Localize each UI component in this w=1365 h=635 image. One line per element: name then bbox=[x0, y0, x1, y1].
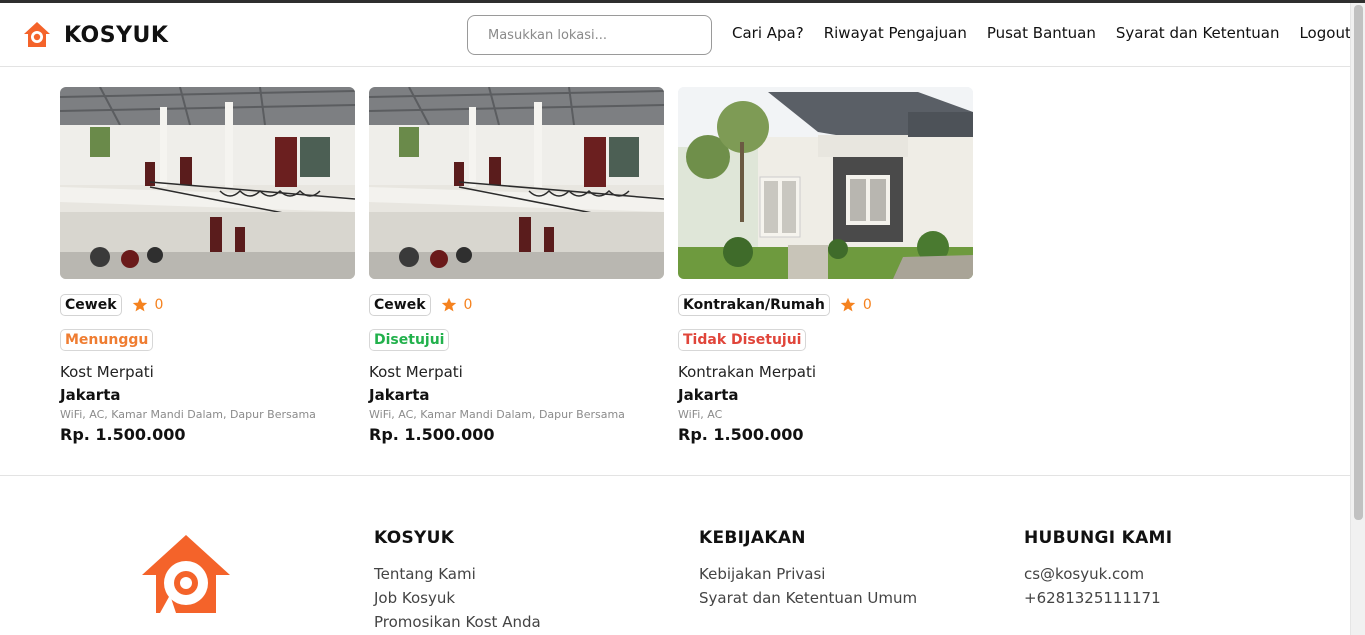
listing-name: Kontrakan Merpati bbox=[678, 363, 817, 381]
footer-link-tentang-kami[interactable]: Tentang Kami bbox=[374, 562, 541, 586]
footer-heading: HUBUNGI KAMI bbox=[1024, 528, 1173, 548]
house-logo-icon bbox=[24, 22, 50, 47]
star-icon bbox=[132, 297, 147, 312]
listing-price: Rp. 1.500.000 bbox=[60, 425, 186, 444]
nav-cari-apa[interactable]: Cari Apa? bbox=[732, 24, 804, 42]
rating-value: 0 bbox=[862, 297, 872, 313]
status-badge: Disetujui bbox=[369, 329, 450, 351]
room-type-tag: Cewek bbox=[60, 294, 122, 316]
listing-city: Jakarta bbox=[60, 386, 121, 404]
status-badge: Menunggu bbox=[60, 329, 154, 351]
status-badge: Tidak Disetujui bbox=[678, 329, 807, 351]
navbar: KOSYUK Cari Apa? Riwayat Pengajuan Pusat… bbox=[0, 3, 1351, 67]
location-search-input[interactable] bbox=[467, 15, 712, 55]
listing-card[interactable]: Cewek 0 Disetujui Kost Merpati Jakarta W… bbox=[369, 87, 664, 444]
footer-divider bbox=[0, 475, 1350, 476]
nav-syarat-ketentuan[interactable]: Syarat dan Ketentuan bbox=[1116, 24, 1280, 42]
footer-col-hubungi: HUBUNGI KAMI cs@kosyuk.com +628132511117… bbox=[1024, 528, 1172, 610]
listing-name: Kost Merpati bbox=[60, 363, 154, 381]
kost-building-photo[interactable] bbox=[60, 87, 355, 279]
brand[interactable]: KOSYUK bbox=[22, 20, 168, 50]
footer-heading: KOSYUK bbox=[374, 528, 455, 548]
listing-city: Jakarta bbox=[678, 386, 739, 404]
footer-link-email[interactable]: cs@kosyuk.com bbox=[1024, 562, 1172, 586]
star-icon bbox=[840, 297, 856, 312]
brand-name: KOSYUK bbox=[64, 22, 169, 48]
footer-link-kebijakan-privasi[interactable]: Kebijakan Privasi bbox=[699, 562, 917, 586]
nav-riwayat-pengajuan[interactable]: Riwayat Pengajuan bbox=[824, 24, 967, 42]
footer-link-phone[interactable]: +6281325111171 bbox=[1024, 586, 1172, 610]
listing-facilities: WiFi, AC, Kamar Mandi Dalam, Dapur Bersa… bbox=[369, 408, 625, 421]
nav-logout[interactable]: Logout bbox=[1299, 24, 1350, 42]
listing-facilities: WiFi, AC bbox=[678, 408, 723, 421]
footer-col-kosyuk: KOSYUK Tentang Kami Job Kosyuk Promosika… bbox=[374, 528, 541, 634]
listing-facilities: WiFi, AC, Kamar Mandi Dalam, Dapur Bersa… bbox=[60, 408, 316, 421]
footer-col-kebijakan: KEBIJAKAN Kebijakan Privasi Syarat dan K… bbox=[699, 528, 917, 610]
footer-heading: KEBIJAKAN bbox=[699, 528, 806, 548]
room-type-tag: Cewek bbox=[369, 294, 431, 316]
listing-card[interactable]: Cewek 0 Menunggu Kost Merpati Jakarta Wi… bbox=[60, 87, 355, 444]
listing-price: Rp. 1.500.000 bbox=[678, 425, 804, 444]
page-scrollbar[interactable] bbox=[1350, 3, 1365, 635]
footer-link-syarat-ketentuan-umum[interactable]: Syarat dan Ketentuan Umum bbox=[699, 586, 917, 610]
main-nav: Cari Apa? Riwayat Pengajuan Pusat Bantua… bbox=[732, 24, 1351, 42]
listing-name: Kost Merpati bbox=[369, 363, 463, 381]
nav-pusat-bantuan[interactable]: Pusat Bantuan bbox=[987, 24, 1096, 42]
house-photo[interactable] bbox=[678, 87, 973, 279]
star-icon bbox=[441, 297, 456, 312]
house-logo-icon bbox=[142, 535, 230, 613]
rating-value: 0 bbox=[154, 297, 164, 313]
listing-price: Rp. 1.500.000 bbox=[369, 425, 495, 444]
room-type-tag: Kontrakan/Rumah bbox=[678, 294, 830, 316]
kost-building-photo[interactable] bbox=[369, 87, 664, 279]
rating-value: 0 bbox=[463, 297, 473, 313]
footer-link-job-kosyuk[interactable]: Job Kosyuk bbox=[374, 586, 541, 610]
submission-list: Cewek 0 Menunggu Kost Merpati Jakarta Wi… bbox=[60, 87, 973, 444]
listing-card[interactable]: Kontrakan/Rumah 0 Tidak Disetujui Kontra… bbox=[678, 87, 973, 444]
listing-city: Jakarta bbox=[369, 386, 430, 404]
footer-link-promosikan-kost[interactable]: Promosikan Kost Anda bbox=[374, 610, 541, 634]
scrollbar-thumb[interactable] bbox=[1354, 5, 1363, 520]
